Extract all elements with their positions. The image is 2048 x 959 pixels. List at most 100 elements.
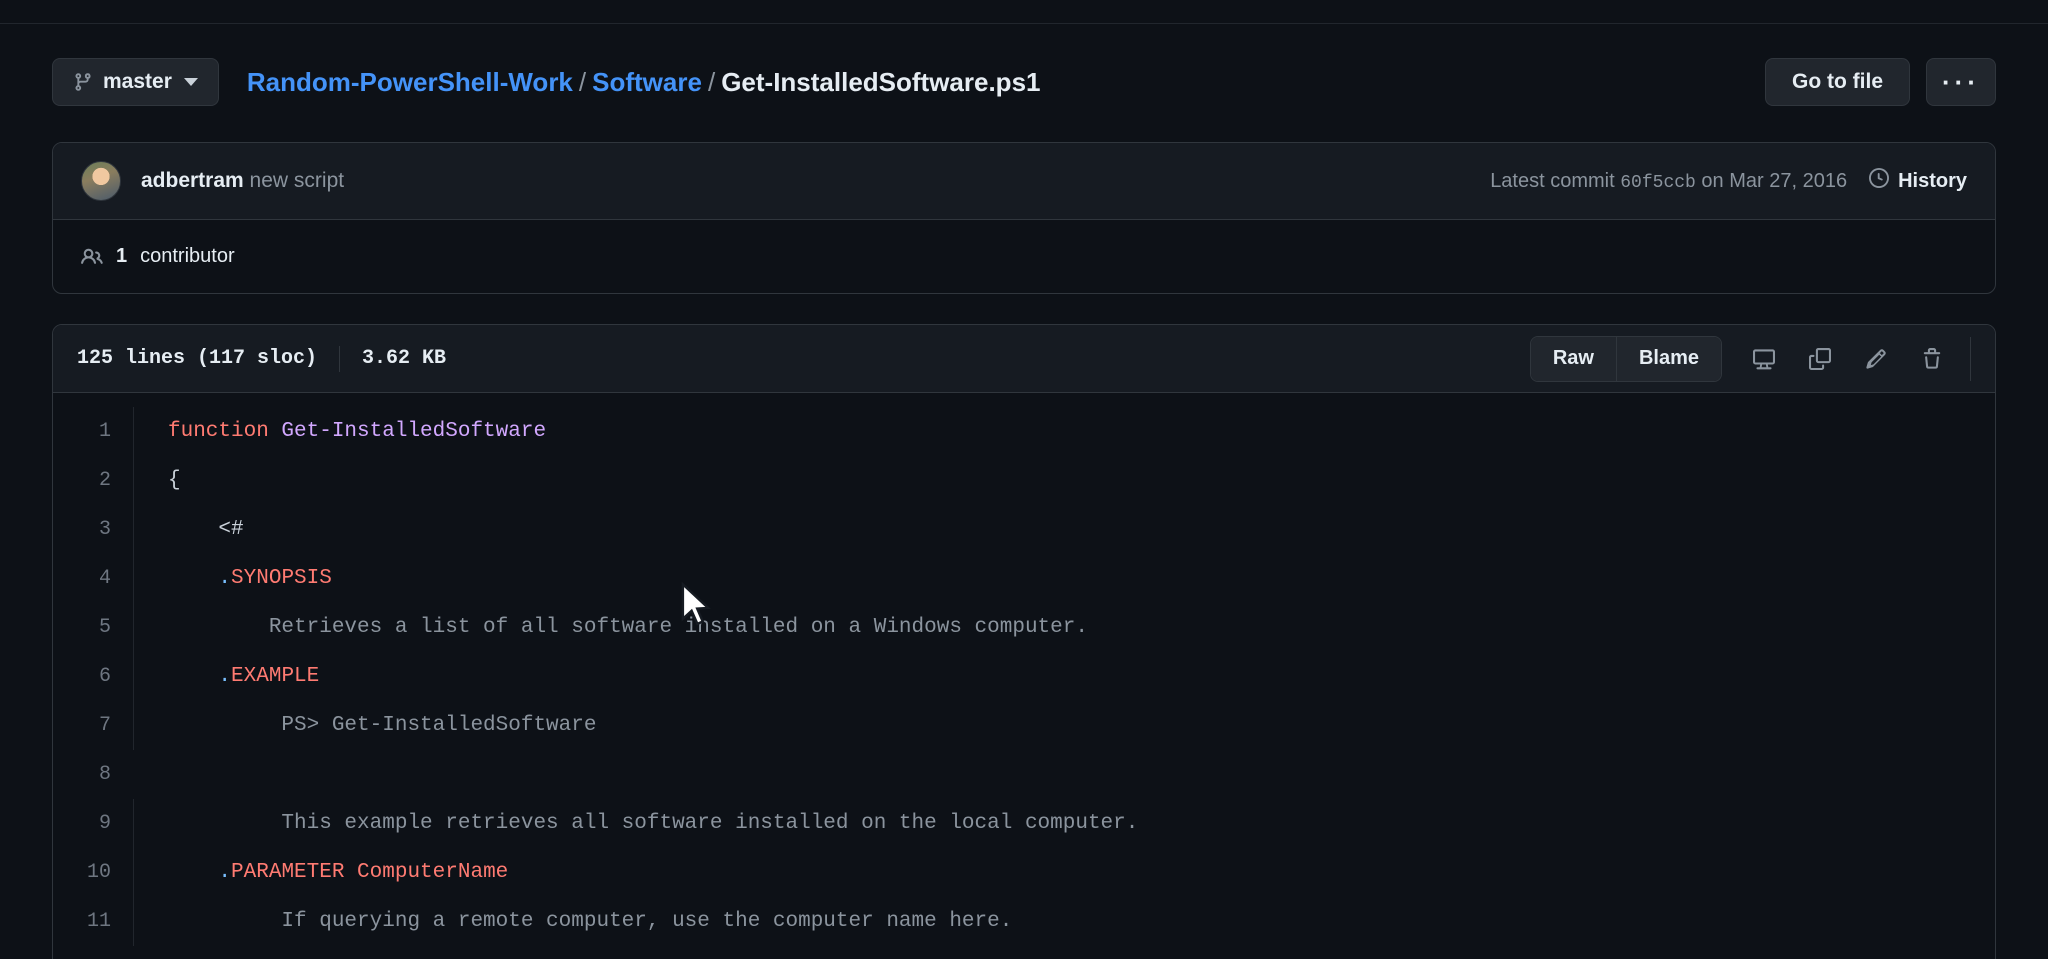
branch-selector-button[interactable]: master [52, 58, 219, 106]
trash-icon[interactable] [1904, 337, 1960, 381]
line-number[interactable]: 6 [53, 652, 133, 701]
pencil-icon[interactable] [1848, 337, 1904, 381]
code-line: 11 If querying a remote computer, use th… [53, 897, 1995, 946]
branch-name-label: master [103, 70, 172, 94]
line-content: PS> Get-InstalledSoftware [133, 701, 1995, 750]
code-line: 7 PS> Get-InstalledSoftware [53, 701, 1995, 750]
breadcrumb-separator-2: / [708, 67, 715, 97]
latest-commit-row: adbertram new script Latest commit 60f5c… [53, 143, 1995, 219]
line-content: { [133, 456, 1995, 505]
breadcrumb-repo-link[interactable]: Random-PowerShell-Work [247, 67, 573, 97]
chevron-down-icon [184, 78, 198, 86]
latest-commit-meta: Latest commit 60f5ccb on Mar 27, 2016 [1490, 170, 1847, 193]
commit-sha-link[interactable]: 60f5ccb [1620, 173, 1696, 193]
line-number[interactable]: 8 [53, 750, 133, 799]
commit-right-group: Latest commit 60f5ccb on Mar 27, 2016 Hi… [1490, 168, 1967, 194]
code-token: PS> Get-InstalledSoftware [168, 714, 596, 737]
history-link[interactable]: History [1869, 168, 1967, 194]
blame-button[interactable]: Blame [1616, 337, 1721, 381]
avatar[interactable] [81, 161, 121, 201]
line-content: If querying a remote computer, use the c… [133, 897, 1995, 946]
code-token: <# [168, 518, 244, 541]
raw-blame-group: Raw Blame [1530, 336, 1722, 382]
contributor-count: 1 [116, 245, 127, 268]
code-token: function [168, 420, 281, 443]
code-token: . [218, 861, 231, 884]
code-block[interactable]: 1function Get-InstalledSoftware2{3 <#4 .… [53, 393, 1995, 959]
line-number[interactable]: 2 [53, 456, 133, 505]
history-clock-icon [1869, 168, 1889, 194]
code-line: 9 This example retrieves all software in… [53, 799, 1995, 848]
line-number[interactable]: 10 [53, 848, 133, 897]
header-actions: Go to file ··· [1765, 58, 1996, 106]
code-line: 2{ [53, 456, 1995, 505]
commit-author-link[interactable]: adbertram [141, 169, 244, 192]
file-size: 3.62 KB [362, 347, 446, 370]
code-line: 6 .EXAMPLE [53, 652, 1995, 701]
line-number[interactable]: 11 [53, 897, 133, 946]
contributors-row[interactable]: 1 contributor [53, 219, 1995, 293]
line-content: Retrieves a list of all software install… [133, 603, 1995, 652]
stats-divider [339, 346, 340, 372]
commit-date: Mar 27, 2016 [1729, 170, 1847, 192]
latest-commit-prefix: Latest commit [1490, 170, 1614, 192]
file-line-count: 125 lines (117 sloc) [77, 347, 317, 370]
raw-button[interactable]: Raw [1531, 337, 1616, 381]
code-line: 12 [53, 946, 1995, 959]
contributor-label: contributor [140, 245, 235, 268]
line-number[interactable]: 12 [53, 946, 133, 959]
more-options-button[interactable]: ··· [1926, 58, 1996, 106]
top-divider-bar [0, 0, 2048, 24]
line-content: function Get-InstalledSoftware [133, 407, 1995, 456]
line-number[interactable]: 1 [53, 407, 133, 456]
page-content: master Random-PowerShell-Work/Software/G… [0, 48, 2048, 959]
breadcrumb-folder-link[interactable]: Software [592, 67, 702, 97]
line-number[interactable]: 5 [53, 603, 133, 652]
breadcrumb: Random-PowerShell-Work/Software/Get-Inst… [247, 69, 1041, 95]
code-line: 4 .SYNOPSIS [53, 554, 1995, 603]
file-stats: 125 lines (117 sloc) 3.62 KB [77, 346, 446, 372]
code-line: 10 .PARAMETER ComputerName [53, 848, 1995, 897]
commit-message-link[interactable]: new script [250, 169, 345, 192]
commit-date-prefix: on [1701, 170, 1723, 192]
history-label: History [1898, 170, 1967, 193]
desktop-icon[interactable] [1736, 337, 1792, 381]
code-token: { [168, 469, 181, 492]
breadcrumb-current-file: Get-InstalledSoftware.ps1 [721, 67, 1040, 97]
breadcrumb-separator-1: / [579, 67, 586, 97]
file-content-box: 125 lines (117 sloc) 3.62 KB Raw Blame [52, 324, 1996, 959]
code-token: PARAMETER ComputerName [231, 861, 508, 884]
code-token [168, 567, 218, 590]
github-file-view: master Random-PowerShell-Work/Software/G… [0, 0, 2048, 959]
toolbar-divider [1970, 337, 1971, 381]
code-token: . [218, 665, 231, 688]
code-line: 8 [53, 750, 1995, 799]
code-line: 5 Retrieves a list of all software insta… [53, 603, 1995, 652]
people-icon [81, 246, 103, 268]
code-line: 3 <# [53, 505, 1995, 554]
file-toolbar-actions: Raw Blame [1530, 336, 1971, 382]
copy-icon[interactable] [1792, 337, 1848, 381]
line-number[interactable]: 4 [53, 554, 133, 603]
code-token: SYNOPSIS [231, 567, 332, 590]
go-to-file-button[interactable]: Go to file [1765, 58, 1910, 106]
line-content: .SYNOPSIS [133, 554, 1995, 603]
git-branch-icon [73, 72, 93, 92]
line-number[interactable]: 3 [53, 505, 133, 554]
file-toolbar: 125 lines (117 sloc) 3.62 KB Raw Blame [53, 325, 1995, 393]
commit-summary: adbertram new script [141, 169, 344, 193]
code-token: If querying a remote computer, use the c… [168, 910, 1012, 933]
code-token [168, 861, 218, 884]
line-number[interactable]: 7 [53, 701, 133, 750]
line-content: .EXAMPLE [133, 652, 1995, 701]
line-content: This example retrieves all software inst… [133, 799, 1995, 848]
line-content: .PARAMETER ComputerName [133, 848, 1995, 897]
code-token: Get-InstalledSoftware [281, 420, 546, 443]
code-token: This example retrieves all software inst… [168, 812, 1138, 835]
code-token [168, 665, 218, 688]
line-number[interactable]: 9 [53, 799, 133, 848]
code-token: . [218, 567, 231, 590]
code-token: Retrieves a list of all software install… [168, 616, 1088, 639]
line-content: <# [133, 505, 1995, 554]
code-token: EXAMPLE [231, 665, 319, 688]
